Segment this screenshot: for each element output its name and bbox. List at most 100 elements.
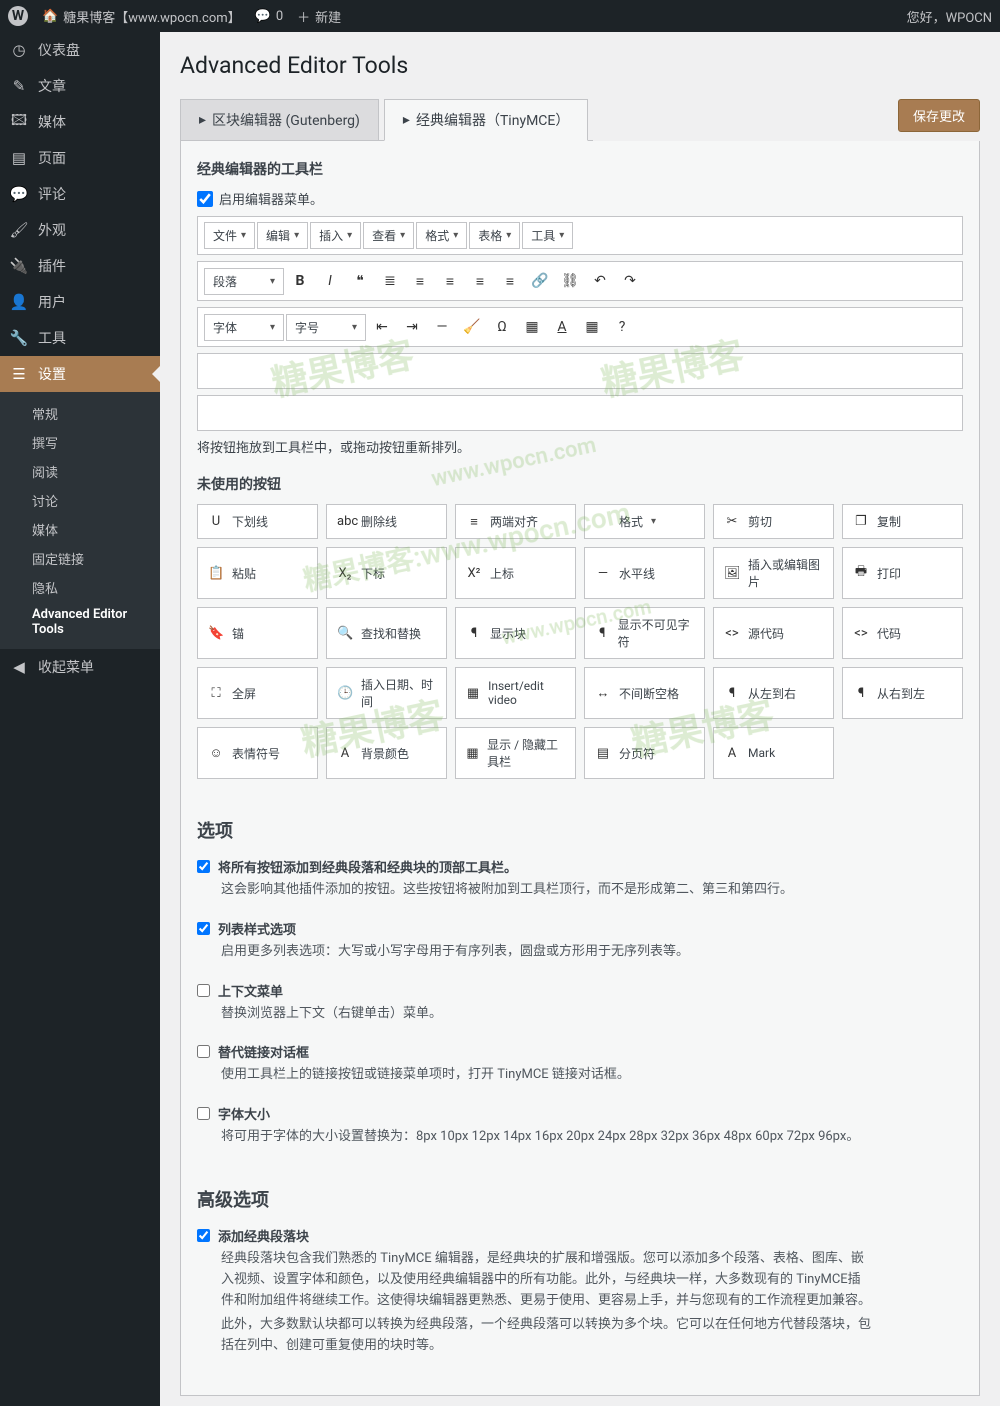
quote-icon[interactable]: ❝ xyxy=(346,267,374,295)
option-row[interactable]: 字体大小 xyxy=(197,1104,963,1123)
submenu-item[interactable]: 固定链接 xyxy=(0,544,160,573)
editor-toolbar-row-4[interactable] xyxy=(197,395,963,431)
unused-button[interactable]: A背景颜色 xyxy=(326,727,447,779)
greeting-link[interactable]: 您好，WPOCN xyxy=(907,7,992,26)
menu-item-2[interactable]: 🖾媒体 xyxy=(0,104,160,140)
unused-button[interactable]: ¶从左到右 xyxy=(713,667,834,719)
editor-menu-item[interactable]: 查看 xyxy=(363,222,414,249)
text-color-icon[interactable]: A xyxy=(548,313,576,341)
align-left-icon[interactable]: ≡ xyxy=(436,267,464,295)
editor-menu-item[interactable]: 表格 xyxy=(469,222,520,249)
link-icon[interactable]: 🔗 xyxy=(526,267,554,295)
size-dropdown[interactable]: 字号 xyxy=(286,314,366,341)
menu-item-0[interactable]: ◷仪表盘 xyxy=(0,32,160,68)
unused-button[interactable]: ✂剪切 xyxy=(713,504,834,539)
editor-menu-item[interactable]: 插入 xyxy=(310,222,361,249)
editor-menu-item[interactable]: 工具 xyxy=(522,222,573,249)
adv-option-row[interactable]: 添加经典段落块 xyxy=(197,1226,963,1245)
menu-item-5[interactable]: 🖌外观 xyxy=(0,212,160,248)
unused-button[interactable]: 📋粘贴 xyxy=(197,547,318,599)
option-row[interactable]: 列表样式选项 xyxy=(197,919,963,938)
menu-item-9[interactable]: ☰设置 xyxy=(0,356,160,392)
collapse-menu[interactable]: ◀收起菜单 xyxy=(0,649,160,685)
submenu-item[interactable]: 阅读 xyxy=(0,457,160,486)
menu-item-6[interactable]: 🔌插件 xyxy=(0,248,160,284)
unused-button[interactable]: ⛶全屏 xyxy=(197,667,318,719)
unused-button[interactable]: ▦Insert/edit video xyxy=(455,667,576,719)
editor-menu-item[interactable]: 编辑 xyxy=(257,222,308,249)
unused-button[interactable]: ☺表情符号 xyxy=(197,727,318,779)
unused-button[interactable]: —水平线 xyxy=(584,547,705,599)
ul-icon[interactable]: ≣ xyxy=(376,267,404,295)
unused-button[interactable]: ❐复制 xyxy=(842,504,963,539)
redo-icon[interactable]: ↷ xyxy=(616,267,644,295)
unused-button[interactable]: 格式 xyxy=(584,504,705,539)
unused-button[interactable]: <>代码 xyxy=(842,607,963,659)
save-button[interactable]: 保存更改 xyxy=(898,99,980,132)
site-link[interactable]: 🏠 糖果博客【www.wpocn.com】 xyxy=(42,7,241,26)
table2-icon[interactable]: ▦ xyxy=(578,313,606,341)
unused-button[interactable]: 🔖锚 xyxy=(197,607,318,659)
unused-button[interactable]: <>源代码 xyxy=(713,607,834,659)
option-checkbox[interactable] xyxy=(197,860,210,873)
editor-menu-item[interactable]: 文件 xyxy=(204,222,255,249)
submenu-item[interactable]: Advanced Editor Tools xyxy=(0,602,160,642)
adv-option-checkbox[interactable] xyxy=(197,1229,210,1242)
menu-item-7[interactable]: 👤用户 xyxy=(0,284,160,320)
wp-logo-icon[interactable]: W xyxy=(8,6,28,26)
option-checkbox[interactable] xyxy=(197,922,210,935)
enable-menu-checkbox[interactable] xyxy=(197,191,213,207)
indent-icon[interactable]: ⇥ xyxy=(398,313,426,341)
table-icon[interactable]: ▦ xyxy=(518,313,546,341)
menu-item-1[interactable]: ✎文章 xyxy=(0,68,160,104)
submenu-item[interactable]: 常规 xyxy=(0,399,160,428)
option-checkbox[interactable] xyxy=(197,984,210,997)
menu-item-4[interactable]: 💬评论 xyxy=(0,176,160,212)
option-checkbox[interactable] xyxy=(197,1107,210,1120)
bold-icon[interactable]: B xyxy=(286,267,314,295)
special-char-icon[interactable]: Ω xyxy=(488,313,516,341)
outdent-icon[interactable]: ⇤ xyxy=(368,313,396,341)
unused-button[interactable]: ↔不间断空格 xyxy=(584,667,705,719)
menu-item-8[interactable]: 🔧工具 xyxy=(0,320,160,356)
unused-button[interactable]: ▦显示 / 隐藏工具栏 xyxy=(455,727,576,779)
editor-menu-item[interactable]: 格式 xyxy=(416,222,467,249)
new-link[interactable]: ＋ 新建 xyxy=(297,7,341,26)
option-checkbox[interactable] xyxy=(197,1045,210,1058)
unused-button[interactable]: U下划线 xyxy=(197,504,318,539)
option-row[interactable]: 替代链接对话框 xyxy=(197,1042,963,1061)
tab-tinymce[interactable]: ▸ 经典编辑器（TinyMCE） xyxy=(384,99,588,141)
menu-item-3[interactable]: ▤页面 xyxy=(0,140,160,176)
unused-button[interactable]: ▤分页符 xyxy=(584,727,705,779)
unused-button[interactable]: 🖶打印 xyxy=(842,547,963,599)
unused-button[interactable]: ≡两端对齐 xyxy=(455,504,576,539)
italic-icon[interactable]: I xyxy=(316,267,344,295)
align-center-icon[interactable]: ≡ xyxy=(466,267,494,295)
clear-format-icon[interactable]: 🧹 xyxy=(458,313,486,341)
unused-button[interactable]: ¶显示块 xyxy=(455,607,576,659)
unused-button[interactable]: 🕒插入日期、时间 xyxy=(326,667,447,719)
option-row[interactable]: 上下文菜单 xyxy=(197,981,963,1000)
font-dropdown[interactable]: 字体 xyxy=(204,314,284,341)
submenu-item[interactable]: 撰写 xyxy=(0,428,160,457)
unused-button[interactable]: ¶从右到左 xyxy=(842,667,963,719)
unused-button[interactable]: 🖼插入或编辑图片 xyxy=(713,547,834,599)
unused-button[interactable]: 🔍查找和替换 xyxy=(326,607,447,659)
option-row[interactable]: 将所有按钮添加到经典段落和经典块的顶部工具栏。 xyxy=(197,857,963,876)
unused-button[interactable]: ¶显示不可见字符 xyxy=(584,607,705,659)
submenu-item[interactable]: 隐私 xyxy=(0,573,160,602)
hr-icon[interactable]: — xyxy=(428,313,456,341)
unused-button[interactable]: X₂下标 xyxy=(326,547,447,599)
comments-link[interactable]: 💬 0 xyxy=(255,9,284,24)
undo-icon[interactable]: ↶ xyxy=(586,267,614,295)
enable-menu-row[interactable]: 启用编辑器菜单。 xyxy=(197,189,963,208)
submenu-item[interactable]: 媒体 xyxy=(0,515,160,544)
tab-gutenberg[interactable]: ▸ 区块编辑器 (Gutenberg) xyxy=(180,99,379,140)
unused-button[interactable]: abc删除线 xyxy=(326,504,447,539)
unused-button[interactable]: X²上标 xyxy=(455,547,576,599)
paragraph-dropdown[interactable]: 段落 xyxy=(204,268,284,295)
help-icon[interactable]: ? xyxy=(608,313,636,341)
editor-toolbar-row-3[interactable] xyxy=(197,353,963,389)
unused-button[interactable]: AMark xyxy=(713,727,834,779)
align-right-icon[interactable]: ≡ xyxy=(496,267,524,295)
